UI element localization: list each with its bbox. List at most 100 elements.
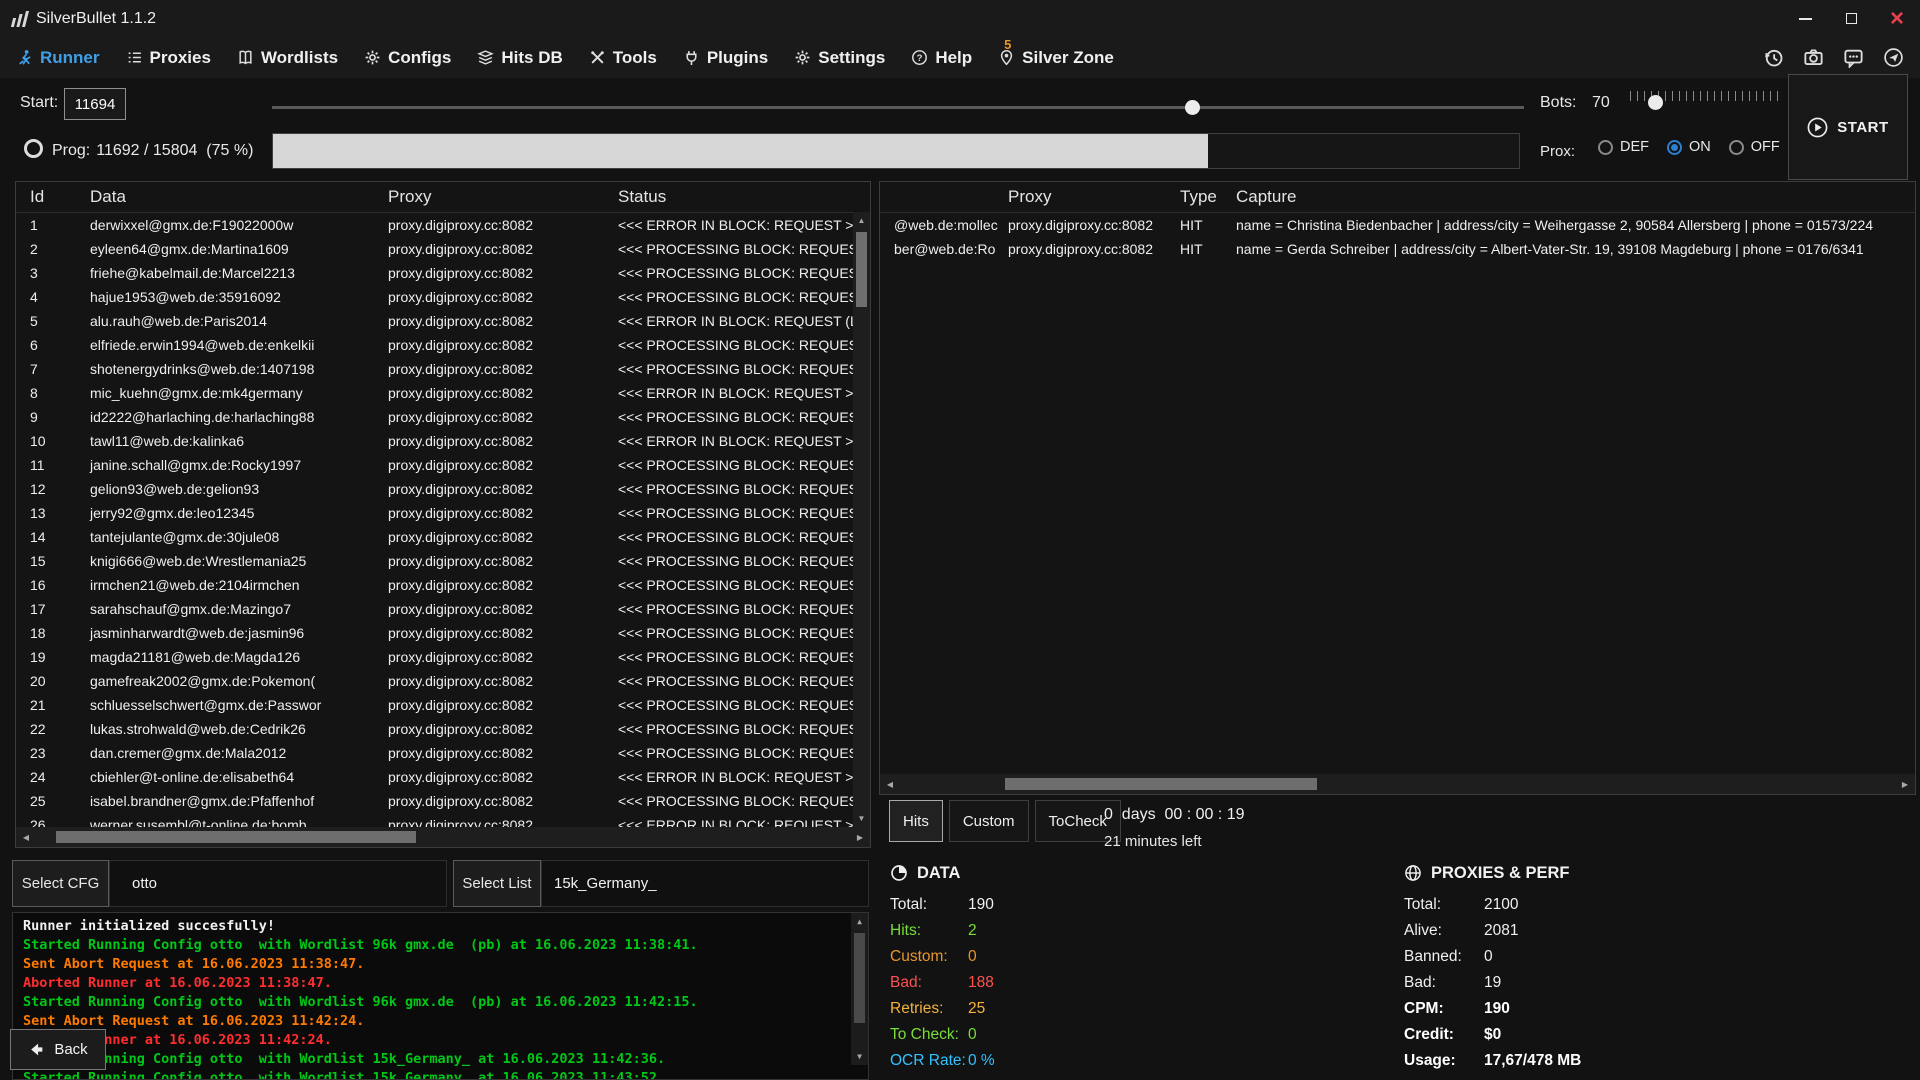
list-input[interactable]: 15k_Germany_ [541,860,869,907]
result-row[interactable]: 2 eyleen64@gmx.de:Martina1609 proxy.digi… [16,237,853,261]
result-row[interactable]: 19 magda21181@web.de:Magda126 proxy.digi… [16,645,853,669]
results-vertical-scrollbar[interactable]: ▲ ▼ [853,212,870,827]
tab-hits[interactable]: Hits [889,800,943,842]
result-row[interactable]: 10 tawl11@web.de:kalinka6 proxy.digiprox… [16,429,853,453]
result-row[interactable]: 15 knigi666@web.de:Wrestlemania25 proxy.… [16,549,853,573]
start-button[interactable]: START [1788,74,1908,180]
nav-item-hitsdb[interactable]: Hits DB [477,48,562,68]
scroll-down-button[interactable]: ▼ [851,1048,868,1065]
result-row[interactable]: 8 mic_kuehn@gmx.de:mk4germany proxy.digi… [16,381,853,405]
bots-slider-thumb[interactable] [1648,95,1663,110]
column-header-proxy[interactable]: Proxy [384,187,614,207]
scroll-thumb[interactable] [56,831,416,843]
nav-item-runner[interactable]: Runner [16,48,100,68]
cell-proxy: proxy.digiproxy.cc:8082 [384,309,614,333]
scroll-thumb[interactable] [854,933,865,1023]
result-row[interactable]: 25 isabel.brandner@gmx.de:Pfaffenhof pro… [16,789,853,813]
result-row[interactable]: 12 gelion93@web.de:gelion93 proxy.digipr… [16,477,853,501]
proxies-panel: PROXIES & PERF Total: 2100 Alive: 2081 B… [1404,862,1581,1074]
hits-horizontal-scrollbar[interactable]: ◀ ▶ [880,774,1915,794]
nav-item-settings[interactable]: Settings [794,48,885,68]
column-header-data[interactable]: Data [86,187,384,207]
result-row[interactable]: 14 tantejulante@gmx.de:30jule08 proxy.di… [16,525,853,549]
result-row[interactable]: 24 cbiehler@t-online.de:elisabeth64 prox… [16,765,853,789]
cell-data: janine.schall@gmx.de:Rocky1997 [86,453,384,477]
scroll-left-button[interactable]: ◀ [880,774,900,794]
history-button[interactable] [1760,44,1786,70]
cell-proxy: proxy.digiproxy.cc:8082 [384,405,614,429]
cell-data: elfriede.erwin1994@web.de:enkelkii [86,333,384,357]
plugins-icon [683,49,700,66]
stat-label: Total: [1404,892,1484,918]
send-button[interactable] [1880,44,1906,70]
cell-data: magda21181@web.de:Magda126 [86,645,384,669]
start-input[interactable]: 11694 [64,88,126,120]
results-horizontal-scrollbar[interactable]: ◀ ▶ [16,827,870,847]
close-button[interactable]: × [1874,0,1920,37]
scroll-right-button[interactable]: ▶ [850,827,870,847]
result-row[interactable]: 3 friehe@kabelmail.de:Marcel2213 proxy.d… [16,261,853,285]
cell-status: <<< PROCESSING BLOCK: REQUEST >>> [614,597,853,621]
log-scrollbar[interactable]: ▲ ▼ [851,913,868,1065]
result-row[interactable]: 22 lukas.strohwald@web.de:Cedrik26 proxy… [16,717,853,741]
scroll-thumb[interactable] [1005,778,1317,790]
result-row[interactable]: 20 gamefreak2002@gmx.de:Pokemon( proxy.d… [16,669,853,693]
screenshot-button[interactable] [1800,44,1826,70]
back-button[interactable]: Back [10,1029,106,1070]
column-header-proxy[interactable]: Proxy [1004,187,1176,207]
result-row[interactable]: 23 dan.cremer@gmx.de:Mala2012 proxy.digi… [16,741,853,765]
prox-options: DEF ON OFF [1598,139,1780,155]
maximize-button[interactable] [1828,0,1874,37]
nav-item-silver-zone[interactable]: 5 Silver Zone [998,48,1114,68]
result-row[interactable]: 16 irmchen21@web.de:2104irmchen proxy.di… [16,573,853,597]
chat-button[interactable] [1840,44,1866,70]
scroll-down-button[interactable]: ▼ [853,810,870,827]
result-row[interactable]: 7 shotenergydrinks@web.de:1407198 proxy.… [16,357,853,381]
select-list-button[interactable]: Select List [453,860,541,907]
cell-data: gamefreak2002@gmx.de:Pokemon( [86,669,384,693]
main-slider-thumb[interactable] [1185,100,1200,115]
result-row[interactable]: 13 jerry92@gmx.de:leo12345 proxy.digipro… [16,501,853,525]
nav-item-wordlists[interactable]: Wordlists [237,48,338,68]
result-row[interactable]: 4 hajue1953@web.de:35916092 proxy.digipr… [16,285,853,309]
main-slider[interactable] [272,99,1524,115]
result-row[interactable]: 18 jasminharwardt@web.de:jasmin96 proxy.… [16,621,853,645]
cell-proxy: proxy.digiproxy.cc:8082 [384,693,614,717]
cfg-input[interactable]: otto [109,860,447,907]
scroll-up-button[interactable]: ▲ [853,212,870,229]
bots-slider[interactable] [1630,90,1778,114]
scroll-right-button[interactable]: ▶ [1895,774,1915,794]
result-row[interactable]: 21 schluesselschwert@gmx.de:Passwor prox… [16,693,853,717]
nav-item-tools[interactable]: Tools [589,48,657,68]
nav-label: Hits DB [501,48,562,68]
column-header-capture[interactable]: Capture [1232,187,1915,207]
result-row[interactable]: 6 elfriede.erwin1994@web.de:enkelkii pro… [16,333,853,357]
prox-radio-off[interactable]: OFF [1729,139,1780,155]
column-header-id[interactable]: Id [16,187,86,207]
column-header-status[interactable]: Status [614,187,870,207]
column-header-type[interactable]: Type [1176,187,1232,207]
result-row[interactable]: 17 sarahschauf@gmx.de:Mazingo7 proxy.dig… [16,597,853,621]
hit-row[interactable]: @web.de:mollec proxy.digiproxy.cc:8082 H… [880,213,1915,237]
nav-item-help[interactable]: ? Help [911,48,972,68]
scroll-left-button[interactable]: ◀ [16,827,36,847]
nav-item-configs[interactable]: Configs [364,48,451,68]
result-row[interactable]: 5 alu.rauh@web.de:Paris2014 proxy.digipr… [16,309,853,333]
tab-custom[interactable]: Custom [949,800,1029,842]
result-row[interactable]: 9 id2222@harlaching.de:harlaching88 prox… [16,405,853,429]
prox-radio-def[interactable]: DEF [1598,139,1649,155]
select-cfg-button[interactable]: Select CFG [12,860,109,907]
stat-value: 19 [1484,970,1501,996]
scroll-thumb[interactable] [856,232,867,307]
scroll-up-button[interactable]: ▲ [851,913,868,930]
result-row[interactable]: 1 derwixxel@gmx.de:F19022000w proxy.digi… [16,213,853,237]
cell-status: <<< PROCESSING BLOCK: REQUEST (LOG) >>> [614,333,853,357]
nav-item-proxies[interactable]: Proxies [126,48,211,68]
cell-id: 4 [16,285,86,309]
result-row[interactable]: 11 janine.schall@gmx.de:Rocky1997 proxy.… [16,453,853,477]
send-icon [1883,47,1904,68]
nav-item-plugins[interactable]: Plugins [683,48,768,68]
hit-row[interactable]: ber@web.de:Ro proxy.digiproxy.cc:8082 HI… [880,237,1915,261]
prox-radio-on[interactable]: ON [1667,139,1711,155]
minimize-button[interactable] [1782,0,1828,37]
